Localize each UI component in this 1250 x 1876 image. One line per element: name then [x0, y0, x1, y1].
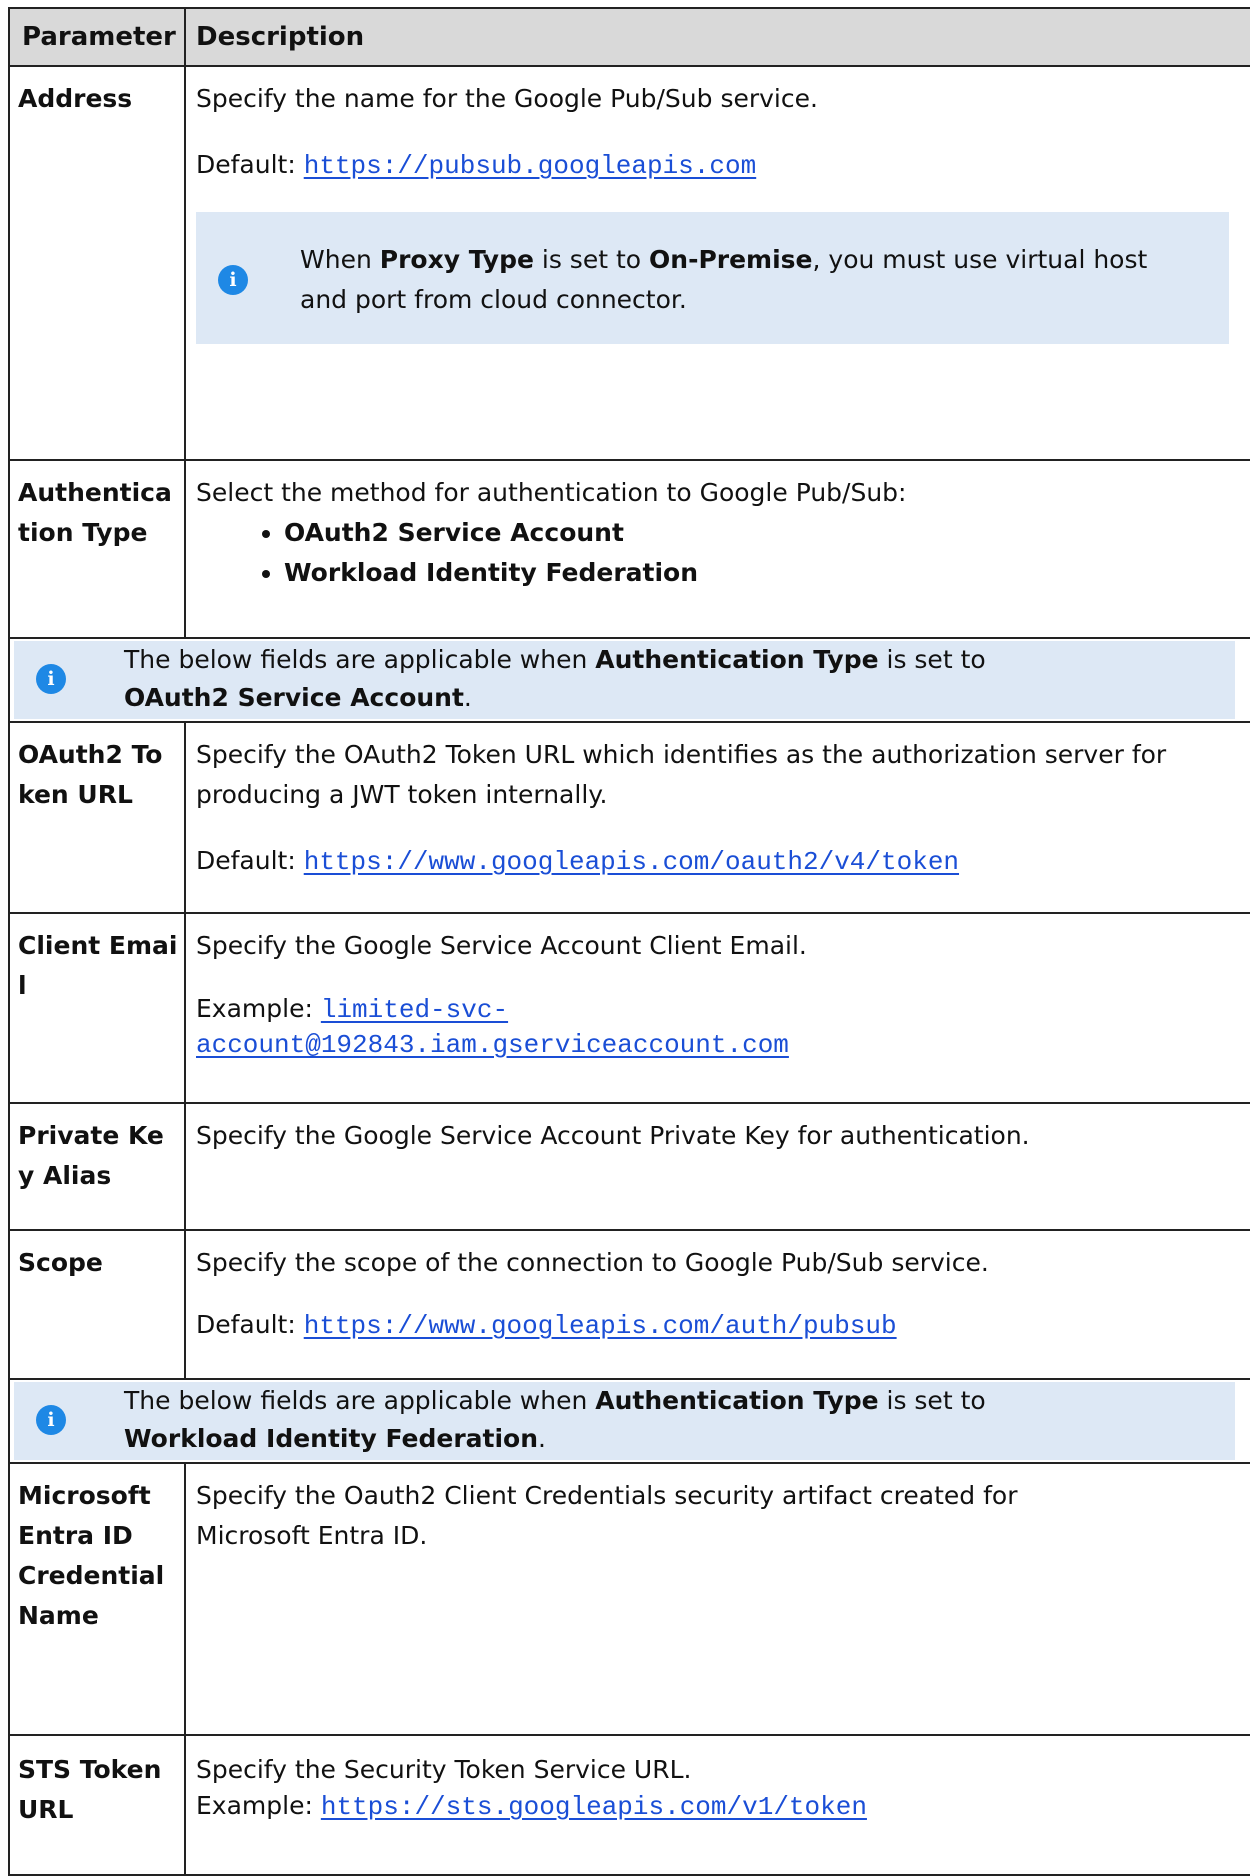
example-label: Example: [196, 994, 321, 1023]
info-note: i The below fields are applicable when A… [14, 641, 1235, 719]
list-item: Workload Identity Federation [284, 553, 1243, 593]
example-link[interactable]: https://sts.googleapis.com/v1/token [321, 1792, 867, 1822]
header-row: Parameter Description [8, 7, 1250, 67]
param-name-private-key-alias: Private Key Alias [8, 1102, 186, 1231]
note-row: i The below fields are applicable when A… [8, 637, 1250, 723]
table-row: OAuth2 Token URL Specify the OAuth2 Toke… [8, 721, 1250, 914]
description-text: Specify the name for the Google Pub/Sub … [196, 84, 818, 113]
param-desc-microsoft-entra-id-credential-name: Specify the Oauth2 Client Credentials se… [184, 1462, 1250, 1736]
info-icon: i [36, 1405, 66, 1435]
info-icon: i [36, 664, 66, 694]
table-row: Client Email Specify the Google Service … [8, 912, 1250, 1104]
info-note-text: When Proxy Type is set to On-Premise, yo… [300, 245, 1148, 314]
table-row: Microsoft Entra ID Credential Name Speci… [8, 1462, 1250, 1736]
param-name-address: Address [8, 65, 186, 461]
description-text: Specify the Oauth2 Client Credentials se… [196, 1481, 1018, 1550]
header-parameter: Parameter [8, 7, 186, 67]
param-name-microsoft-entra-id-credential-name: Microsoft Entra ID Credential Name [8, 1462, 186, 1736]
note-cell: i The below fields are applicable when A… [8, 637, 1250, 723]
param-desc-private-key-alias: Specify the Google Service Account Priva… [184, 1102, 1250, 1231]
auth-type-options: OAuth2 Service Account Workload Identity… [196, 513, 1243, 593]
example-line: Example: https://sts.googleapis.com/v1/t… [196, 1788, 1243, 1825]
parameter-table: Parameter Description Address Specify th… [8, 7, 1250, 1876]
param-desc-sts-token-url: Specify the Security Token Service URL. … [184, 1734, 1250, 1876]
description-text: Specify the Security Token Service URL. [196, 1755, 692, 1784]
example-link[interactable]: account@192843.iam.gserviceaccount.com [196, 1030, 789, 1060]
param-name-sts-token-url: STS Token URL [8, 1734, 186, 1876]
info-note: i The below fields are applicable when A… [14, 1382, 1235, 1460]
header-description: Description [184, 7, 1250, 67]
info-note: i When Proxy Type is set to On-Premise, … [196, 212, 1229, 344]
example-link[interactable]: limited-svc- [321, 995, 508, 1025]
default-line: Default: https://pubsub.googleapis.com [196, 145, 1243, 186]
info-note-text: The below fields are applicable when Aut… [124, 645, 986, 712]
table-row: Scope Specify the scope of the connectio… [8, 1229, 1250, 1380]
param-desc-authentication-type: Select the method for authentication to … [184, 459, 1250, 639]
table-row: Address Specify the name for the Google … [8, 65, 1250, 461]
default-label: Default: [196, 846, 304, 875]
default-line: Default: https://www.googleapis.com/auth… [196, 1305, 1243, 1346]
description-text: Specify the OAuth2 Token URL which ident… [196, 740, 1167, 809]
info-note-text: The below fields are applicable when Aut… [124, 1386, 986, 1453]
param-desc-oauth2-token-url: Specify the OAuth2 Token URL which ident… [184, 721, 1250, 914]
info-icon: i [218, 265, 248, 295]
description-text: Specify the scope of the connection to G… [196, 1248, 989, 1277]
param-name-client-email: Client Email [8, 912, 186, 1104]
param-name-authentication-type: Authentication Type [8, 459, 186, 639]
description-text: Select the method for authentication to … [196, 478, 907, 507]
default-link[interactable]: https://www.googleapis.com/oauth2/v4/tok… [304, 847, 959, 877]
note-row: i The below fields are applicable when A… [8, 1378, 1250, 1464]
default-label: Default: [196, 1310, 304, 1339]
default-label: Default: [196, 150, 304, 179]
list-item: OAuth2 Service Account [284, 513, 1243, 553]
param-desc-client-email: Specify the Google Service Account Clien… [184, 912, 1250, 1104]
description-text: Specify the Google Service Account Priva… [196, 1121, 1030, 1150]
table-row: Authentication Type Select the method fo… [8, 459, 1250, 639]
param-desc-scope: Specify the scope of the connection to G… [184, 1229, 1250, 1380]
param-name-scope: Scope [8, 1229, 186, 1380]
param-name-oauth2-token-url: OAuth2 Token URL [8, 721, 186, 914]
default-link[interactable]: https://pubsub.googleapis.com [304, 151, 756, 181]
note-cell: i The below fields are applicable when A… [8, 1378, 1250, 1464]
table-row: STS Token URL Specify the Security Token… [8, 1734, 1250, 1876]
param-desc-address: Specify the name for the Google Pub/Sub … [184, 65, 1250, 461]
default-link[interactable]: https://www.googleapis.com/auth/pubsub [304, 1311, 897, 1341]
table-row: Private Key Alias Specify the Google Ser… [8, 1102, 1250, 1231]
example-line: Example: limited-svc-account@192843.iam.… [196, 992, 1243, 1062]
description-text: Specify the Google Service Account Clien… [196, 931, 807, 960]
example-label: Example: [196, 1791, 321, 1820]
default-line: Default: https://www.googleapis.com/oaut… [196, 841, 1243, 882]
